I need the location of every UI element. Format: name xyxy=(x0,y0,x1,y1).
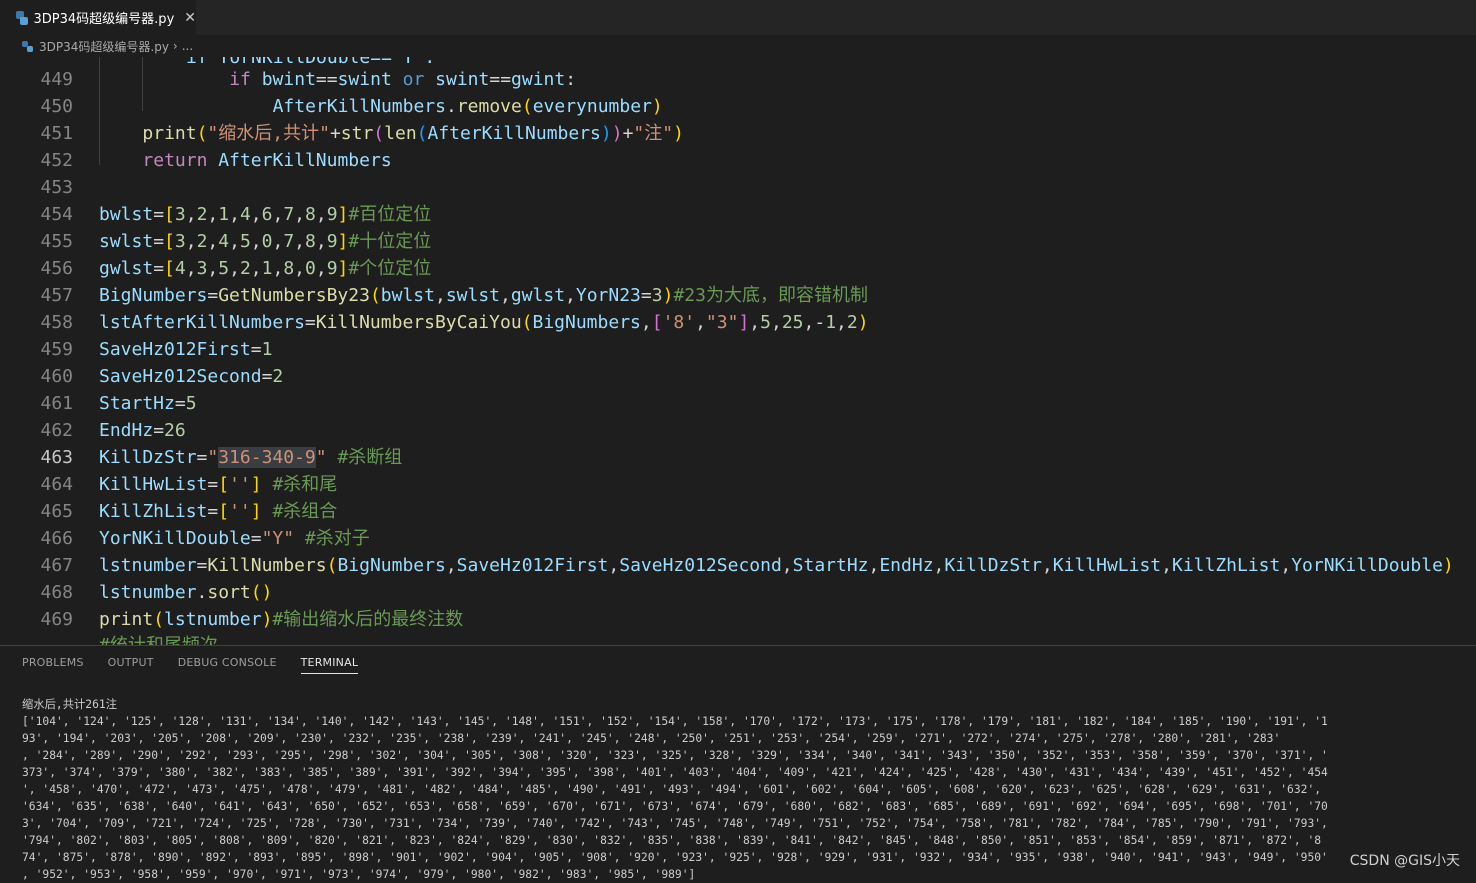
line-number: 458 xyxy=(40,312,73,333)
line-number: 454 xyxy=(40,204,73,225)
line-number: 449 xyxy=(40,69,73,90)
code-line-partial: 470 #统计和尾频次 xyxy=(0,632,1476,645)
terminal-line: 93', '194', '203', '205', '208', '209', … xyxy=(22,732,1281,745)
terminal-line: '794', '802', '803', '805', '808', '809'… xyxy=(22,834,1322,847)
code-line: 464 KillHwList=[''] #杀和尾 xyxy=(0,471,1476,498)
close-icon[interactable]: ✕ xyxy=(184,10,196,26)
code-line: 463 KillDzStr="316-340-9" #杀断组 xyxy=(0,444,1476,471)
terminal-line: 3', '704', '709', '721', '724', '725', '… xyxy=(22,817,1328,830)
code-text: return AfterKillNumbers xyxy=(142,150,392,171)
line-number: 465 xyxy=(40,501,73,522)
line-number: 450 xyxy=(40,96,73,117)
code-text: if bwint==swint or swint==gwint: xyxy=(229,69,577,90)
line-number: 455 xyxy=(40,231,73,252)
tab-terminal[interactable]: TERMINAL xyxy=(300,656,359,674)
code-line: 451 print("缩水后,共计"+str(len(AfterKillNumbe… xyxy=(0,120,1476,147)
line-number: 469 xyxy=(40,609,73,630)
code-text: print(lstnumber)#输出缩水后的最终注数 xyxy=(99,609,464,630)
code-text: BigNumbers=GetNumbersBy23(bwlst,swlst,gw… xyxy=(99,285,868,306)
code-line: 461 StartHz=5 xyxy=(0,390,1476,417)
code-line: 456 gwlst=[4,3,5,2,1,8,0,9]#个位定位 xyxy=(0,255,1476,282)
editor-tab[interactable]: 3DP34码超级编号器.py ✕ xyxy=(0,0,196,35)
terminal-line: 74', '875', '878', '890', '892', '893', … xyxy=(22,851,1328,864)
tab-output[interactable]: OUTPUT xyxy=(108,656,154,674)
code-text: lstnumber.sort() xyxy=(99,582,273,603)
code-text: SaveHz012First=1 xyxy=(99,339,273,360)
code-line: 453 xyxy=(0,174,1476,201)
code-text: SaveHz012Second=2 xyxy=(99,366,284,387)
terminal-line: ['104', '124', '125', '128', '131', '134… xyxy=(22,715,1328,728)
line-number: 459 xyxy=(40,339,73,360)
code-text: swlst=[3,2,4,5,0,7,8,9]#十位定位 xyxy=(99,231,432,252)
code-line: 465 KillZhList=[''] #杀组合 xyxy=(0,498,1476,525)
line-number: 453 xyxy=(40,177,73,198)
tab-debug-console[interactable]: DEBUG CONSOLE xyxy=(178,656,277,674)
terminal-line: '634', '635', '638', '640', '641', '643'… xyxy=(22,800,1328,813)
editor-tab-bar: 3DP34码超级编号器.py ✕ xyxy=(0,0,1476,35)
python-file-icon xyxy=(22,40,33,52)
breadcrumb-symbol[interactable]: ... xyxy=(182,39,193,53)
code-line: 458 lstAfterKillNumbers=KillNumbersByCaiY… xyxy=(0,309,1476,336)
code-line: 462 EndHz=26 xyxy=(0,417,1476,444)
code-text: EndHz=26 xyxy=(99,420,186,441)
line-number: 462 xyxy=(40,420,73,441)
code-line: 466 YorNKillDouble="Y" #杀对子 xyxy=(0,525,1476,552)
code-line: 468 lstnumber.sort() xyxy=(0,579,1476,606)
code-text: print("缩水后,共计"+str(len(AfterKillNumbers)… xyxy=(142,123,684,144)
code-line: 450 AfterKillNumbers.remove(everynumber) xyxy=(0,93,1476,120)
code-line: 452 return AfterKillNumbers xyxy=(0,147,1476,174)
breadcrumb-file[interactable]: 3DP34码超级编号器.py xyxy=(39,38,169,55)
code-line: 457 BigNumbers=GetNumbersBy23(bwlst,swlst… xyxy=(0,282,1476,309)
code-line: 467 lstnumber=KillNumbers(BigNumbers,Save… xyxy=(0,552,1476,579)
watermark: CSDN @GIS小天 xyxy=(1349,853,1460,869)
code-line: 469 print(lstnumber)#输出缩水后的最终注数 xyxy=(0,606,1476,633)
indent-guide xyxy=(99,57,100,165)
line-number: 451 xyxy=(40,123,73,144)
code-line: 454 bwlst=[3,2,1,4,6,7,8,9]#百位定位 xyxy=(0,201,1476,228)
code-text: KillHwList=[''] #杀和尾 xyxy=(99,474,338,495)
terminal-line: , '952', '953', '958', '959', '970', '97… xyxy=(22,868,696,881)
panel-tabs: PROBLEMS OUTPUT DEBUG CONSOLE TERMINAL xyxy=(22,656,359,674)
line-number: 466 xyxy=(40,528,73,549)
code-text: YorNKillDouble="Y" #杀对子 xyxy=(99,528,370,549)
line-number: 468 xyxy=(40,582,73,603)
terminal-line: 缩水后,共计261注 xyxy=(22,698,117,711)
python-file-icon xyxy=(16,10,28,25)
code-text: gwlst=[4,3,5,2,1,8,0,9]#个位定位 xyxy=(99,258,432,279)
terminal-line: ', '458', '470', '472', '473', '475', '4… xyxy=(22,783,1322,796)
tab-problems[interactable]: PROBLEMS xyxy=(22,656,84,674)
code-text: bwlst=[3,2,1,4,6,7,8,9]#百位定位 xyxy=(99,204,432,225)
line-number: 464 xyxy=(40,474,73,495)
code-text: KillZhList=[''] #杀组合 xyxy=(99,501,338,522)
code-line: 455 swlst=[3,2,4,5,0,7,8,9]#十位定位 xyxy=(0,228,1476,255)
tab-title: 3DP34码超级编号器.py xyxy=(33,12,175,27)
code-line: 459 SaveHz012First=1 xyxy=(0,336,1476,363)
breadcrumb: 3DP34码超级编号器.py › ... xyxy=(0,35,1476,57)
code-text: AfterKillNumbers.remove(everynumber) xyxy=(272,96,663,117)
terminal-line: , '284', '289', '290', '292', '293', '29… xyxy=(22,749,1328,762)
code-editor[interactable]: if YorNKillDouble=="Y": 470 #统计和尾频次 449i… xyxy=(0,57,1476,645)
code-line: 449 if bwint==swint or swint==gwint: xyxy=(0,66,1476,93)
chevron-right-icon: › xyxy=(172,39,178,53)
code-text: KillDzStr="316-340-9" #杀断组 xyxy=(99,447,403,468)
line-number: 463 xyxy=(40,447,73,468)
code-text: lstnumber=KillNumbers(BigNumbers,SaveHz0… xyxy=(99,555,1454,576)
code-text: lstAfterKillNumbers=KillNumbersByCaiYou(… xyxy=(99,312,869,333)
terminal-output[interactable]: 缩水后,共计261注 ['104', '124', '125', '128', '… xyxy=(22,696,1382,883)
code-text: StartHz=5 xyxy=(99,393,197,414)
code-line: 460 SaveHz012Second=2 xyxy=(0,363,1476,390)
line-number: 460 xyxy=(40,366,73,387)
line-number: 452 xyxy=(40,150,73,171)
line-number: 467 xyxy=(40,555,73,576)
terminal-line: 373', '374', '379', '380', '382', '383',… xyxy=(22,766,1328,779)
line-number: 456 xyxy=(40,258,73,279)
bottom-panel: PROBLEMS OUTPUT DEBUG CONSOLE TERMINAL 缩水后,… xyxy=(0,645,1476,881)
line-number: 461 xyxy=(40,393,73,414)
indent-guide xyxy=(142,57,143,111)
line-number: 457 xyxy=(40,285,73,306)
